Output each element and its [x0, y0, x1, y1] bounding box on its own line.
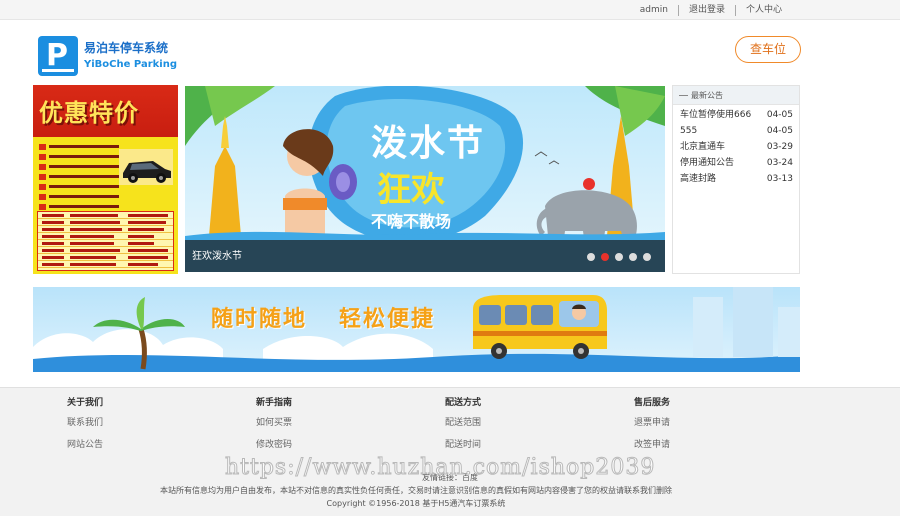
footer-disclaimer: 本站所有信息均为用户自由发布，本站不对信息的真实性负任何责任，交易时请注意识别信…: [160, 486, 672, 495]
banner-headline: 泼水节: [371, 123, 486, 164]
banner-caption[interactable]: 狂欢泼水节: [192, 247, 242, 262]
footer-link[interactable]: 退票申请: [634, 412, 670, 434]
notice-item[interactable]: 555 04-05: [680, 123, 793, 139]
find-parking-button[interactable]: 查车位: [735, 36, 801, 63]
wide-banner-slogan: 随时随地 轻松便捷: [211, 307, 436, 332]
notice-title: 最新公告: [691, 91, 723, 100]
notice-panel: 最新公告 车位暂停使用666 04-05 555 04-05 北京直通车 03-29 …: [672, 85, 800, 274]
promo-list: [39, 143, 119, 213]
promo-title: 优惠特价: [39, 99, 139, 127]
notice-list: 车位暂停使用666 04-05 555 04-05 北京直通车 03-29 停用通知公…: [673, 105, 799, 187]
promo-price-table: [37, 211, 174, 271]
footer-link[interactable]: 如何买票: [256, 412, 292, 434]
footer-column-delivery: 配送方式 配送范围 配送时间: [445, 394, 481, 456]
notice-item[interactable]: 高速封路 03-13: [680, 171, 793, 187]
footer-link[interactable]: 配送时间: [445, 434, 481, 456]
profile-link[interactable]: 个人中心: [736, 4, 792, 16]
footer-link[interactable]: 改签申请: [634, 434, 670, 456]
parking-logo-icon: P: [38, 36, 78, 76]
carousel-dot[interactable]: [615, 253, 623, 261]
carousel-dot[interactable]: [629, 253, 637, 261]
footer: 关于我们 联系我们 网站公告 新手指南 如何买票 修改密码 配送方式 配送范围 …: [0, 387, 900, 516]
site-name-cn: 易泊车停车系统: [84, 41, 169, 55]
banner-carousel[interactable]: 泼水节 狂欢 不嗨不散场 狂欢泼水节: [185, 86, 665, 272]
banner-tagline: 不嗨不散场: [371, 212, 452, 231]
car-icon: [119, 149, 173, 185]
promo-ad[interactable]: 优惠特价: [33, 85, 178, 274]
footer-link[interactable]: 网站公告: [67, 434, 103, 456]
site-name-en: YiBoChe Parking: [84, 59, 177, 70]
top-links: admin 退出登录 个人中心: [630, 0, 792, 20]
carousel-dots: [581, 253, 651, 261]
logout-link[interactable]: 退出登录: [679, 4, 735, 16]
carousel-dot[interactable]: [643, 253, 651, 261]
notice-item[interactable]: 北京直通车 03-29: [680, 139, 793, 155]
footer-link[interactable]: 配送范围: [445, 412, 481, 434]
banner-subheadline: 狂欢: [377, 170, 445, 210]
notice-item[interactable]: 停用通知公告 03-24: [680, 155, 793, 171]
top-bar: admin 退出登录 个人中心: [0, 0, 900, 20]
watermark: https://www.huzhan.com/ishop2039: [224, 455, 656, 481]
footer-column-service: 售后服务 退票申请 改签申请: [634, 394, 670, 456]
footer-copyright: Copyright ©1956-2018 基于H5通汽车订票系统: [326, 499, 506, 508]
user-link[interactable]: admin: [630, 4, 678, 16]
notice-header: 最新公告: [673, 86, 799, 105]
logo-letter: P: [46, 38, 68, 73]
carousel-dot[interactable]: [587, 253, 595, 261]
carousel-dot-active[interactable]: [601, 253, 609, 261]
wide-banner[interactable]: 随时随地 轻松便捷: [33, 287, 800, 372]
footer-column-about: 关于我们 联系我们 网站公告: [67, 394, 103, 456]
site-logo[interactable]: P 易泊车停车系统 YiBoChe Parking: [38, 36, 177, 76]
footer-link[interactable]: 联系我们: [67, 412, 103, 434]
notice-item[interactable]: 车位暂停使用666 04-05: [680, 107, 793, 123]
footer-link[interactable]: 修改密码: [256, 434, 292, 456]
footer-column-guide: 新手指南 如何买票 修改密码: [256, 394, 292, 456]
